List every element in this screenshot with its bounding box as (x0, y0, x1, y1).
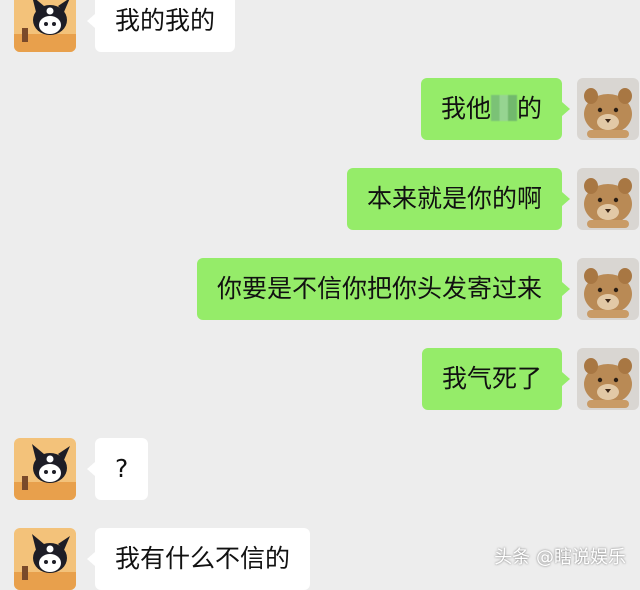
message-bubble-incoming[interactable]: 我的我的 (86, 0, 236, 52)
message-text: 本来就是你的啊 (366, 184, 542, 213)
message-bubble-outgoing[interactable]: 本来就是你的啊 (346, 168, 571, 230)
lion-cub-avatar[interactable] (577, 78, 639, 140)
message-text: 我的我的 (115, 6, 216, 35)
censor-mosaic (490, 95, 517, 121)
message-text: 我气死了 (441, 364, 542, 393)
message-bubble-outgoing[interactable]: 我他的 (420, 78, 571, 140)
message-bubble-outgoing[interactable]: 我气死了 (421, 348, 571, 410)
message-bubble-outgoing[interactable]: 你要是不信你把你头发寄过来 (196, 258, 571, 320)
kuromi-avatar[interactable] (14, 0, 76, 52)
lion-cub-avatar[interactable] (577, 348, 639, 410)
message-text-after: 的 (516, 94, 542, 123)
lion-cub-avatar[interactable] (577, 168, 639, 230)
message-text: ? (115, 454, 129, 483)
watermark: 头条 @瞎说娱乐 (494, 547, 626, 568)
message-text: 你要是不信你把你头发寄过来 (216, 274, 542, 303)
kuromi-avatar[interactable] (14, 438, 76, 500)
lion-cub-avatar[interactable] (577, 258, 639, 320)
message-text: 我有什么不信的 (115, 544, 291, 573)
message-text-before: 我他 (440, 94, 491, 123)
message-bubble-incoming[interactable]: ? (86, 438, 149, 500)
